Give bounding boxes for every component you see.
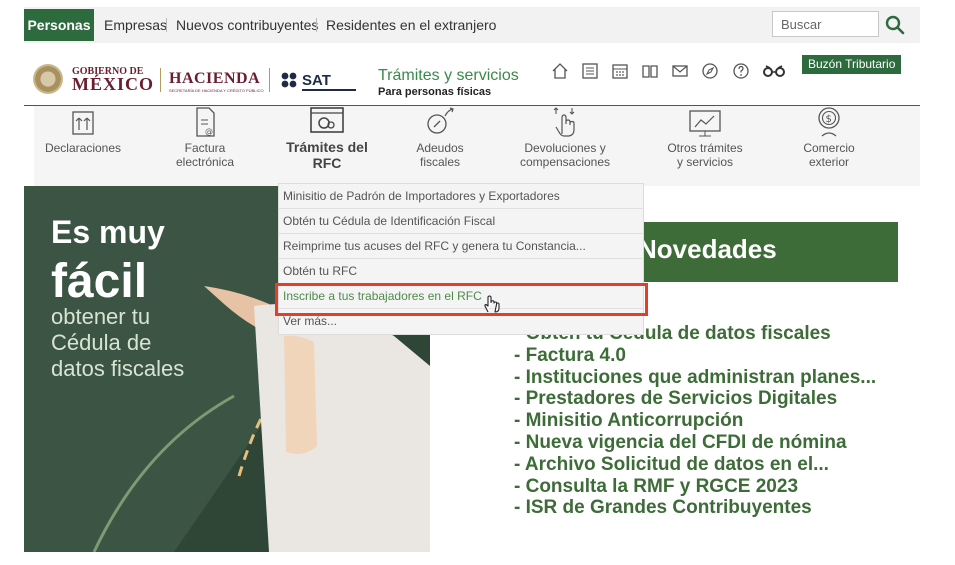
accessibility-icon[interactable] bbox=[762, 62, 786, 80]
hacienda-logo: HACIENDA bbox=[169, 70, 261, 87]
hero-headline-line2: fácil bbox=[51, 255, 148, 308]
section-subtitle: Para personas físicas bbox=[378, 86, 492, 98]
search-icon[interactable] bbox=[884, 14, 906, 36]
header-logos: GOBIERNO DE MÉXICO HACIENDA SECRETARÍA D… bbox=[24, 54, 920, 104]
tab-separator bbox=[316, 18, 317, 32]
otros-icon bbox=[689, 110, 721, 137]
category-nav: Declaraciones @ Factura electrónica Trám… bbox=[34, 106, 920, 186]
svg-text:$: $ bbox=[826, 114, 832, 125]
category-adeudos-fiscales[interactable]: Adeudos fiscales bbox=[400, 106, 480, 186]
top-nav-bar: Personas Empresas Nuevos contribuyentes … bbox=[24, 7, 920, 43]
category-label: Factura electrónica bbox=[175, 141, 235, 169]
novedad-link[interactable]: - ISR de Grandes Contribuyentes bbox=[514, 497, 876, 519]
declaraciones-icon bbox=[72, 111, 94, 135]
novedad-link[interactable]: - Nueva vigencia del CFDI de nómina bbox=[514, 432, 876, 454]
tab-nuevos-contribuyentes[interactable]: Nuevos contribuyentes bbox=[176, 9, 318, 41]
dropdown-item-reimprime-acuses[interactable]: Reimprime tus acuses del RFC y genera tu… bbox=[279, 234, 643, 259]
novedad-link[interactable]: - Instituciones que administran planes..… bbox=[514, 367, 876, 389]
tab-separator bbox=[166, 18, 167, 32]
category-comercio-exterior[interactable]: $ Comercio exterior bbox=[786, 106, 872, 186]
dropdown-item-obten-rfc[interactable]: Obtén tu RFC bbox=[279, 259, 643, 284]
tab-empresas[interactable]: Empresas bbox=[104, 9, 167, 41]
category-tramites-rfc[interactable]: Trámites del RFC bbox=[275, 106, 379, 186]
news-icon[interactable] bbox=[581, 62, 599, 80]
tab-residentes-extranjero[interactable]: Residentes en el extranjero bbox=[326, 9, 496, 41]
sat-logo-text: SAT bbox=[302, 72, 331, 89]
hand-cursor-icon bbox=[484, 295, 500, 313]
buzon-tributario-button[interactable]: Buzón Tributario bbox=[802, 55, 902, 74]
dropdown-item-padron-importadores[interactable]: Minisitio de Padrón de Importadores y Ex… bbox=[279, 184, 643, 209]
logo-divider bbox=[269, 68, 270, 92]
hacienda-subtitle: SECRETARÍA DE HACIENDA Y CRÉDITO PÚBLICO bbox=[169, 88, 264, 93]
svg-text:@: @ bbox=[205, 127, 213, 136]
category-label: Adeudos fiscales bbox=[416, 141, 464, 169]
rfc-icon bbox=[310, 107, 344, 133]
novedades-title: Novedades bbox=[638, 234, 777, 264]
logo-divider bbox=[160, 68, 161, 92]
novedad-link[interactable]: - Consulta la RMF y RGCE 2023 bbox=[514, 476, 876, 498]
novedad-link[interactable]: - Factura 4.0 bbox=[514, 345, 876, 367]
novedad-link[interactable]: - Minisitio Anticorrupción bbox=[514, 410, 876, 432]
book-icon[interactable] bbox=[641, 62, 659, 80]
compass-icon[interactable] bbox=[701, 62, 719, 80]
home-icon[interactable] bbox=[551, 62, 569, 80]
novedades-list: - Obtén tu Cédula de datos fiscales - Fa… bbox=[514, 323, 876, 519]
category-otros-tramites[interactable]: Otros trámites y servicios bbox=[654, 106, 756, 186]
help-icon[interactable] bbox=[732, 62, 750, 80]
category-declaraciones[interactable]: Declaraciones bbox=[34, 106, 132, 186]
tab-personas[interactable]: Personas bbox=[24, 9, 94, 41]
novedad-link[interactable]: - Archivo Solicitud de datos en el... bbox=[514, 454, 876, 476]
sat-logo-icon bbox=[281, 72, 297, 88]
hero-tagline: obtener tu Cédula de datos fiscales bbox=[51, 304, 185, 381]
novedad-link[interactable]: - Prestadores de Servicios Digitales bbox=[514, 388, 876, 410]
comercio-icon: $ bbox=[818, 107, 840, 137]
adeudos-icon bbox=[427, 107, 454, 134]
category-factura-electronica[interactable]: @ Factura electrónica bbox=[160, 106, 250, 186]
category-label: Devoluciones y compensaciones bbox=[519, 141, 611, 169]
category-label: Otros trámites y servicios bbox=[667, 141, 743, 169]
search-input[interactable]: Buscar bbox=[772, 11, 879, 37]
dropdown-item-cedula-identificacion[interactable]: Obtén tu Cédula de Identificación Fiscal bbox=[279, 209, 643, 234]
category-devoluciones[interactable]: Devoluciones y compensaciones bbox=[505, 106, 625, 186]
sat-underline bbox=[302, 89, 356, 91]
category-label: Declaraciones bbox=[44, 141, 122, 155]
gobierno-seal-logo bbox=[33, 64, 63, 94]
gobierno-logo-line2: MÉXICO bbox=[72, 74, 154, 94]
mail-icon[interactable] bbox=[671, 62, 689, 80]
calendar-icon[interactable] bbox=[611, 62, 629, 80]
category-label: Trámites del RFC bbox=[286, 139, 368, 171]
factura-icon: @ bbox=[196, 107, 215, 137]
devoluciones-icon bbox=[553, 107, 575, 137]
section-title: Trámites y servicios bbox=[378, 67, 519, 84]
category-label: Comercio exterior bbox=[803, 141, 855, 169]
hero-headline-line1: Es muy bbox=[51, 214, 165, 250]
highlight-box bbox=[275, 283, 648, 316]
